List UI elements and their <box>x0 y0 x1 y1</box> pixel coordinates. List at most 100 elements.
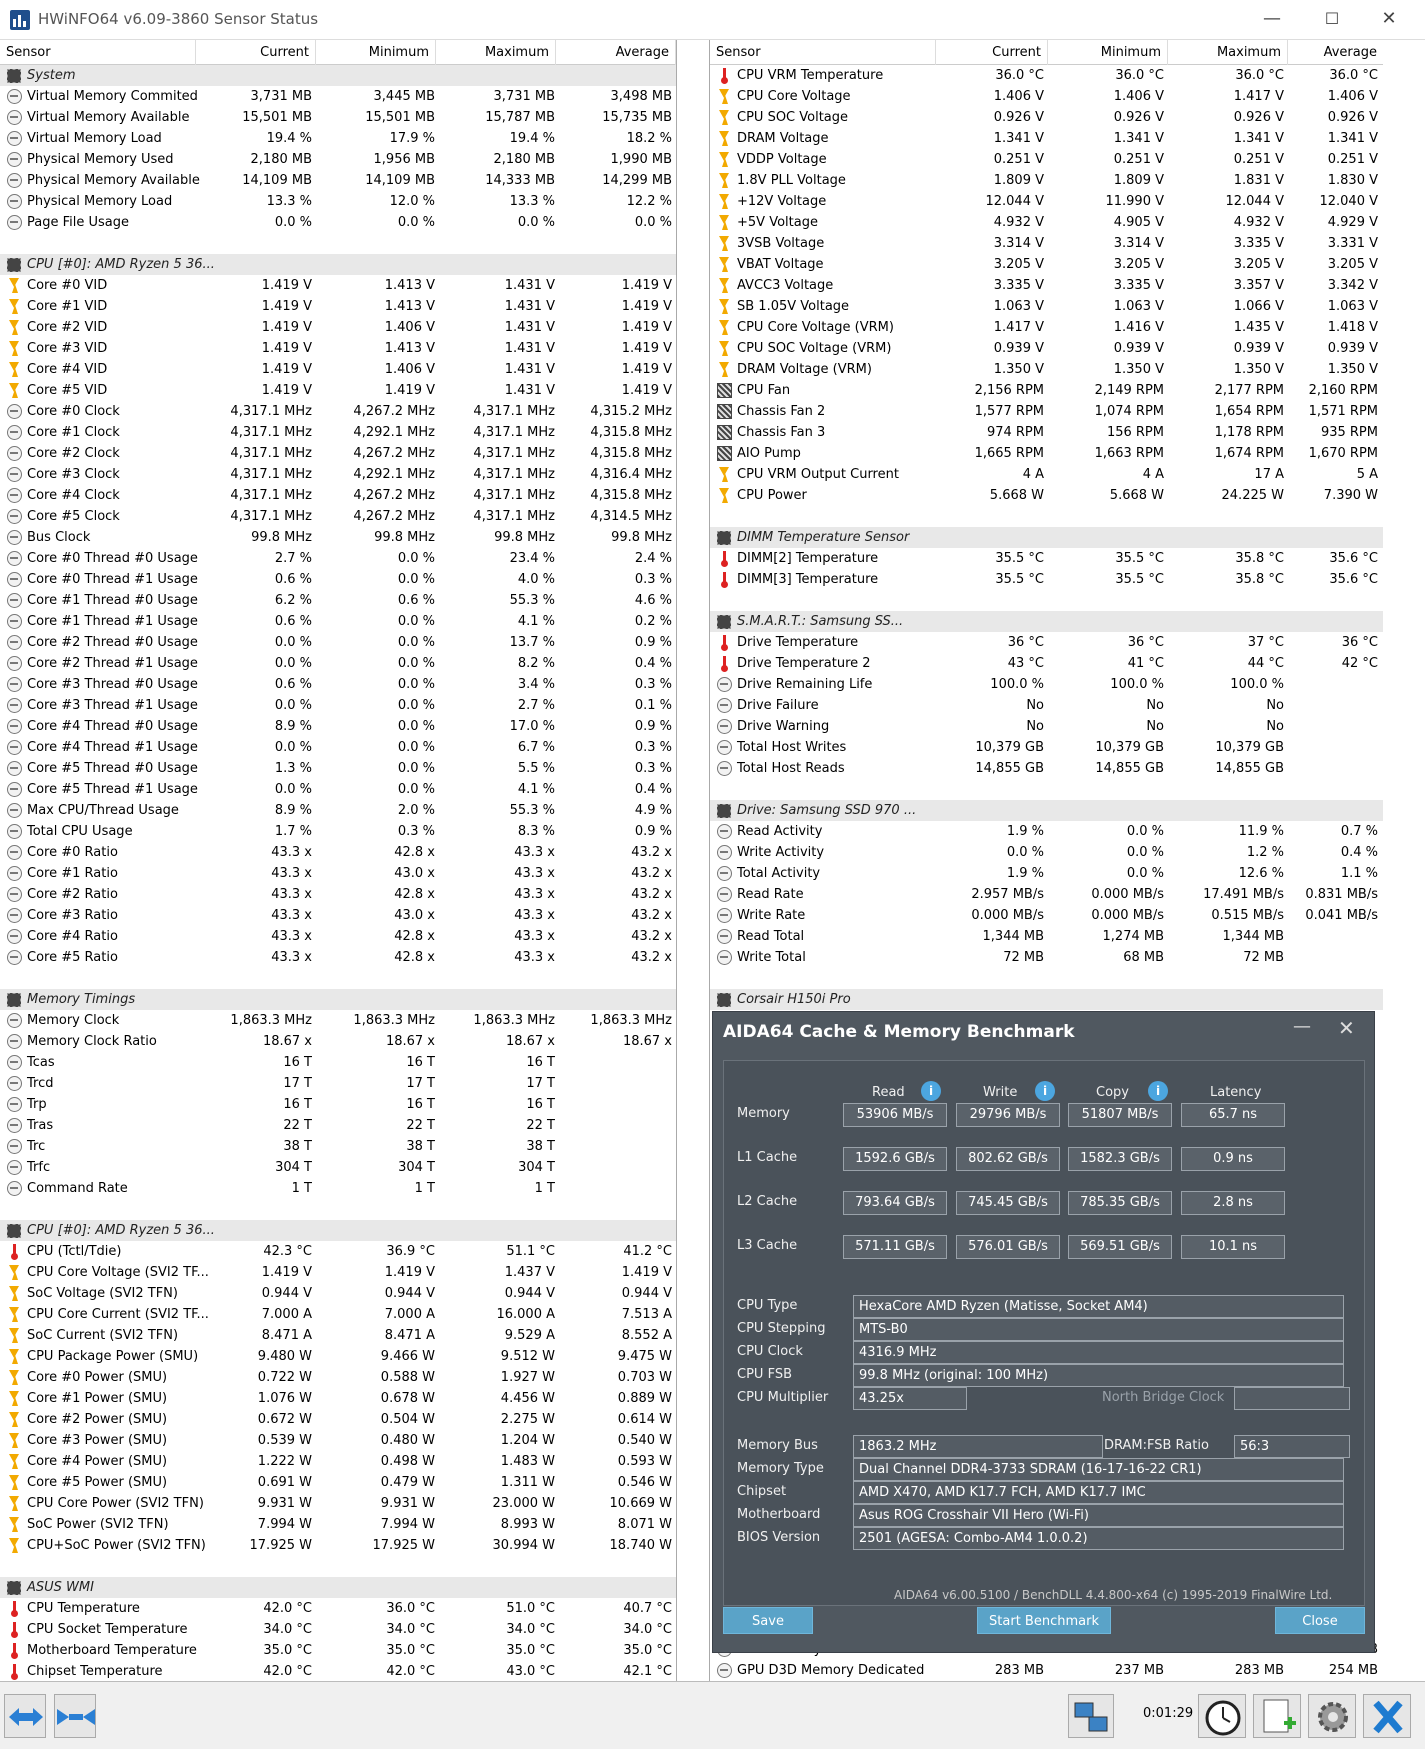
sensor-row[interactable]: CPU SOC Voltage (VRM) 0.939 V 0.939 V 0.939… <box>710 338 1383 359</box>
sensor-row[interactable]: CPU Core Current (SVI2 TF... 7.000 A 7.000… <box>0 1304 676 1325</box>
sensor-row[interactable]: VBAT Voltage 3.205 V 3.205 V 3.205 V 3.205 V <box>710 254 1383 275</box>
sensor-row[interactable]: CPU VRM Temperature 36.0 °C 36.0 °C 36.0 °C… <box>710 65 1383 86</box>
sensor-row[interactable]: Trfc 304 T 304 T 304 T <box>0 1157 676 1178</box>
sensor-row[interactable]: GPU D3D Memory Dedicated 283 MB 237 MB 283 … <box>710 1660 1383 1681</box>
sensor-row[interactable]: Command Rate 1 T 1 T 1 T <box>0 1178 676 1199</box>
sensor-row[interactable]: Total Host Writes 10,379 GB 10,379 GB 10,37… <box>710 737 1383 758</box>
sensor-row[interactable]: CPU VRM Output Current 4 A 4 A 17 A 5 A <box>710 464 1383 485</box>
sensor-row[interactable]: Core #3 Ratio 43.3 x 43.0 x 43.3 x 43.2 x <box>0 905 676 926</box>
sensor-row[interactable]: Drive Warning No No No <box>710 716 1383 737</box>
sensor-row[interactable]: CPU Core Voltage 1.406 V 1.406 V 1.417 V 1.4… <box>710 86 1383 107</box>
sensor-row[interactable]: Core #5 Power (SMU) 0.691 W 0.479 W 1.311 W… <box>0 1472 676 1493</box>
sensor-row[interactable]: Physical Memory Available 14,109 MB 14,109… <box>0 170 676 191</box>
sensor-group-header[interactable]: Corsair H150i Pro <box>710 989 1383 1010</box>
sensor-row[interactable]: DRAM Voltage (VRM) 1.350 V 1.350 V 1.350 V 1… <box>710 359 1383 380</box>
sensor-row[interactable]: Memory Clock Ratio 18.67 x 18.67 x 18.67 x 1… <box>0 1031 676 1052</box>
sensor-row[interactable]: Core #3 Thread #1 Usage 0.0 % 0.0 % 2.7 % 0.… <box>0 695 676 716</box>
sensor-row[interactable]: Core #4 VID 1.419 V 1.406 V 1.431 V 1.419 V <box>0 359 676 380</box>
sensor-row[interactable]: Core #2 Thread #0 Usage 0.0 % 0.0 % 13.7 % 0… <box>0 632 676 653</box>
info-icon[interactable]: i <box>921 1081 941 1101</box>
col-maximum[interactable]: Maximum <box>436 40 556 65</box>
save-button[interactable]: Save <box>723 1607 813 1634</box>
aida-close-x-button[interactable]: ✕ <box>1338 1016 1355 1040</box>
sensor-row[interactable]: Core #1 Power (SMU) 1.076 W 0.678 W 4.456 W… <box>0 1388 676 1409</box>
sensor-row[interactable]: Trc 38 T 38 T 38 T <box>0 1136 676 1157</box>
sensor-row[interactable]: +12V Voltage 12.044 V 11.990 V 12.044 V 12.0… <box>710 191 1383 212</box>
network-button[interactable] <box>1068 1694 1114 1738</box>
col-average[interactable]: Average <box>556 40 676 65</box>
sensor-row[interactable]: Page File Usage 0.0 % 0.0 % 0.0 % 0.0 % <box>0 212 676 233</box>
sensor-row[interactable]: CPU Socket Temperature 34.0 °C 34.0 °C 34.0… <box>0 1619 676 1640</box>
sensor-row[interactable]: Max CPU/Thread Usage 8.9 % 2.0 % 55.3 % 4.9 … <box>0 800 676 821</box>
sensor-row[interactable]: Core #1 VID 1.419 V 1.413 V 1.431 V 1.419 V <box>0 296 676 317</box>
sensor-group-header[interactable]: S.M.A.R.T.: Samsung SS... <box>710 611 1383 632</box>
sensor-row[interactable]: Core #3 Clock 4,317.1 MHz 4,292.1 MHz 4,317… <box>0 464 676 485</box>
info-icon[interactable]: i <box>1148 1081 1168 1101</box>
sensor-table-left[interactable]: Sensor Current Minimum Maximum Average S… <box>0 40 677 1681</box>
sensor-row[interactable]: AVCC3 Voltage 3.335 V 3.335 V 3.357 V 3.342 … <box>710 275 1383 296</box>
sensor-row[interactable]: CPU Core Power (SVI2 TFN) 9.931 W 9.931 W 2… <box>0 1493 676 1514</box>
sensor-row[interactable]: CPU Core Voltage (VRM) 1.417 V 1.416 V 1.43… <box>710 317 1383 338</box>
sensor-row[interactable]: 1.8V PLL Voltage 1.809 V 1.809 V 1.831 V 1.8… <box>710 170 1383 191</box>
sensor-row[interactable]: Chassis Fan 3 974 RPM 156 RPM 1,178 RPM 935 … <box>710 422 1383 443</box>
sensor-group-header[interactable]: CPU [#0]: AMD Ryzen 5 36... <box>0 1220 676 1241</box>
sensor-row[interactable]: Physical Memory Used 2,180 MB 1,956 MB 2,18… <box>0 149 676 170</box>
sensor-row[interactable]: AIO Pump 1,665 RPM 1,663 RPM 1,674 RPM 1,670… <box>710 443 1383 464</box>
sensor-row[interactable]: Core #2 VID 1.419 V 1.406 V 1.431 V 1.419 V <box>0 317 676 338</box>
col-minimum[interactable]: Minimum <box>316 40 436 65</box>
collapse-arrows-button[interactable] <box>54 1694 96 1738</box>
sensor-row[interactable]: Trp 16 T 16 T 16 T <box>0 1094 676 1115</box>
sensor-row[interactable]: Trcd 17 T 17 T 17 T <box>0 1073 676 1094</box>
close-window-button[interactable]: ✕ <box>1361 0 1417 40</box>
sensor-row[interactable]: Virtual Memory Commited 3,731 MB 3,445 MB 3… <box>0 86 676 107</box>
sensor-row[interactable]: Drive Failure No No No <box>710 695 1383 716</box>
sensor-row[interactable]: Read Total 1,344 MB 1,274 MB 1,344 MB <box>710 926 1383 947</box>
sensor-row[interactable]: Core #4 Clock 4,317.1 MHz 4,267.2 MHz 4,317… <box>0 485 676 506</box>
sensor-row[interactable]: VDDP Voltage 0.251 V 0.251 V 0.251 V 0.251 V <box>710 149 1383 170</box>
aida-minimize-button[interactable]: — <box>1293 1016 1311 1037</box>
info-icon[interactable]: i <box>1035 1081 1055 1101</box>
sensor-row[interactable]: Total Activity 1.9 % 0.0 % 12.6 % 1.1 % <box>710 863 1383 884</box>
col-current[interactable]: Current <box>936 40 1048 65</box>
close-button[interactable]: Close <box>1275 1607 1365 1634</box>
sensor-row[interactable]: Tras 22 T 22 T 22 T <box>0 1115 676 1136</box>
col-maximum[interactable]: Maximum <box>1168 40 1288 65</box>
sensor-row[interactable]: SoC Current (SVI2 TFN) 8.471 A 8.471 A 9.52… <box>0 1325 676 1346</box>
sensor-row[interactable]: Core #4 Power (SMU) 1.222 W 0.498 W 1.483 W… <box>0 1451 676 1472</box>
sensor-row[interactable]: Total Host Reads 14,855 GB 14,855 GB 14,855… <box>710 758 1383 779</box>
sensor-row[interactable]: CPU+SoC Power (SVI2 TFN) 17.925 W 17.925 W… <box>0 1535 676 1556</box>
sensor-row[interactable]: Memory Clock 1,863.3 MHz 1,863.3 MHz 1,863.… <box>0 1010 676 1031</box>
sensor-row[interactable]: +5V Voltage 4.932 V 4.905 V 4.932 V 4.929 V <box>710 212 1383 233</box>
sensor-row[interactable]: Core #1 Thread #0 Usage 6.2 % 0.6 % 55.3 % 4… <box>0 590 676 611</box>
sensor-row[interactable]: Core #0 Thread #1 Usage 0.6 % 0.0 % 4.0 % 0.… <box>0 569 676 590</box>
sensor-row[interactable]: Core #5 Thread #1 Usage 0.0 % 0.0 % 4.1 % 0.… <box>0 779 676 800</box>
sensor-row[interactable]: DIMM[2] Temperature 35.5 °C 35.5 °C 35.8 °C… <box>710 548 1383 569</box>
report-button[interactable] <box>1253 1694 1301 1738</box>
sensor-row[interactable]: Motherboard Temperature 35.0 °C 35.0 °C 35.… <box>0 1640 676 1661</box>
sensor-row[interactable]: SoC Voltage (SVI2 TFN) 0.944 V 0.944 V 0.94… <box>0 1283 676 1304</box>
sensor-row[interactable]: Core #0 Thread #0 Usage 2.7 % 0.0 % 23.4 % 2… <box>0 548 676 569</box>
sensor-row[interactable]: Core #2 Ratio 43.3 x 42.8 x 43.3 x 43.2 x <box>0 884 676 905</box>
expand-arrows-button[interactable] <box>4 1694 46 1738</box>
sensor-row[interactable]: SoC Power (SVI2 TFN) 7.994 W 7.994 W 8.993 … <box>0 1514 676 1535</box>
settings-button[interactable] <box>1308 1694 1356 1738</box>
sensor-row[interactable]: Core #2 Thread #1 Usage 0.0 % 0.0 % 8.2 % 0.… <box>0 653 676 674</box>
sensor-row[interactable]: Core #3 VID 1.419 V 1.413 V 1.431 V 1.419 V <box>0 338 676 359</box>
sensor-row[interactable]: Drive Temperature 2 43 °C 41 °C 44 °C 42 °C <box>710 653 1383 674</box>
sensor-row[interactable]: Total CPU Usage 1.7 % 0.3 % 8.3 % 0.9 % <box>0 821 676 842</box>
sensor-row[interactable]: Core #3 Power (SMU) 0.539 W 0.480 W 1.204 W… <box>0 1430 676 1451</box>
sensor-row[interactable]: CPU Fan 2,156 RPM 2,149 RPM 2,177 RPM 2,160 … <box>710 380 1383 401</box>
sensor-row[interactable]: SB 1.05V Voltage 1.063 V 1.063 V 1.066 V 1.0… <box>710 296 1383 317</box>
sensor-row[interactable]: 3VSB Voltage 3.314 V 3.314 V 3.335 V 3.331 V <box>710 233 1383 254</box>
sensor-row[interactable]: DRAM Voltage 1.341 V 1.341 V 1.341 V 1.341 V <box>710 128 1383 149</box>
col-average[interactable]: Average <box>1288 40 1383 65</box>
sensor-row[interactable]: Chipset Temperature 42.0 °C 42.0 °C 43.0 °C… <box>0 1661 676 1681</box>
sensor-row[interactable]: Read Rate 2.957 MB/s 0.000 MB/s 17.491 MB/s… <box>710 884 1383 905</box>
sensor-group-header[interactable]: CPU [#0]: AMD Ryzen 5 36... <box>0 254 676 275</box>
col-current[interactable]: Current <box>196 40 316 65</box>
sensor-row[interactable]: DIMM[3] Temperature 35.5 °C 35.5 °C 35.8 °C… <box>710 569 1383 590</box>
sensor-row[interactable]: Core #4 Thread #1 Usage 0.0 % 0.0 % 6.7 % 0.… <box>0 737 676 758</box>
sensor-row[interactable]: Core #0 VID 1.419 V 1.413 V 1.431 V 1.419 V <box>0 275 676 296</box>
sensor-row[interactable]: Core #4 Ratio 43.3 x 42.8 x 43.3 x 43.2 x <box>0 926 676 947</box>
sensor-group-header[interactable]: System <box>0 65 676 86</box>
